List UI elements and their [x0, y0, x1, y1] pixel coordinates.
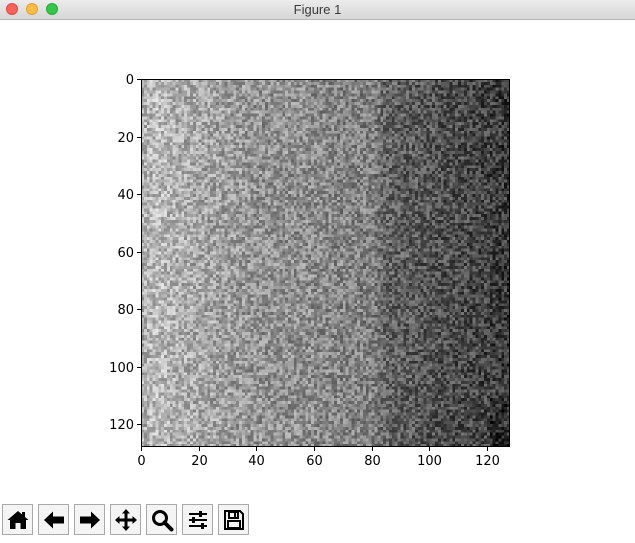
floppy-disk-icon	[223, 509, 244, 530]
magnifier-icon	[151, 509, 173, 531]
x-tick-label: 80	[364, 454, 381, 469]
x-tick-label: 40	[248, 454, 265, 469]
x-tick-label: 60	[306, 454, 323, 469]
y-tick-label: 120	[109, 418, 134, 433]
save-button[interactable]	[218, 504, 249, 535]
arrow-right-icon	[79, 511, 100, 528]
y-tick-label: 0	[126, 73, 134, 88]
heatmap-pixels	[141, 79, 510, 447]
y-tick-label: 100	[109, 361, 134, 376]
image-plot: 0 20 40 60 80 100 120 0 20 40 60 80 100 120	[109, 73, 510, 469]
x-tick-label: 100	[417, 454, 442, 469]
navigation-toolbar	[0, 501, 635, 543]
arrow-left-icon	[43, 511, 64, 528]
forward-button[interactable]	[74, 504, 105, 535]
home-icon	[7, 510, 28, 529]
back-button[interactable]	[38, 504, 69, 535]
y-tick-label: 80	[117, 303, 134, 318]
y-tick-label: 60	[117, 246, 134, 261]
pan-button[interactable]	[110, 504, 141, 535]
x-tick-label: 0	[137, 454, 145, 469]
configure-subplots-button[interactable]	[182, 504, 213, 535]
y-tick-label: 40	[117, 188, 134, 203]
x-tick-label: 20	[191, 454, 208, 469]
window-title: Figure 1	[293, 2, 342, 17]
zoom-button[interactable]	[146, 504, 177, 535]
figure-canvas[interactable]: 0 20 40 60 80 100 120 0 20 40 60 80 100 120	[0, 20, 635, 501]
sliders-icon	[188, 510, 207, 529]
x-tick-label: 120	[475, 454, 500, 469]
window-titlebar: Figure 1	[0, 0, 635, 20]
home-button[interactable]	[2, 504, 33, 535]
heatmap-image	[141, 79, 510, 447]
move-arrows-icon	[114, 508, 137, 531]
y-tick-label: 20	[117, 131, 134, 146]
